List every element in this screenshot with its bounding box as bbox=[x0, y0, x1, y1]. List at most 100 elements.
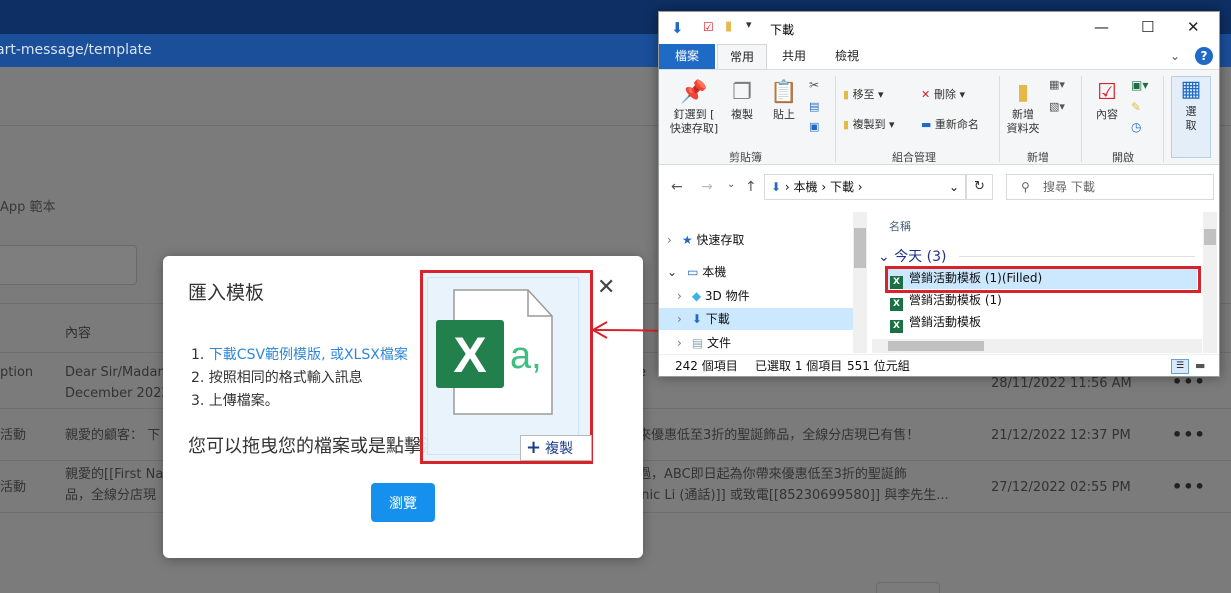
up-icon[interactable]: ↑ bbox=[745, 179, 757, 195]
scroll-thumb[interactable] bbox=[1204, 229, 1216, 245]
document-icon: ▤ bbox=[691, 336, 704, 350]
recent-locations-icon[interactable]: ⌄ bbox=[727, 179, 735, 190]
ribbon-tabs: 檔案 常用 共用 檢視 ⌄ ? bbox=[659, 44, 1219, 69]
download-xlsx-link[interactable]: 或XLSX檔案 bbox=[330, 347, 408, 363]
address-row: ← → ⌄ ↑ ⬇ › 本機 › 下載 › ⌄ ↻ ⚲ 搜尋 下載 bbox=[659, 165, 1219, 209]
file-drag-ghost: X a, + 複製 bbox=[427, 277, 592, 461]
details-view-icon[interactable]: ☰ bbox=[1171, 359, 1189, 374]
horizontal-scrollbar[interactable] bbox=[872, 339, 1202, 353]
move-to-button[interactable]: ▮ 移至 ▾ bbox=[843, 86, 884, 102]
scroll-thumb[interactable] bbox=[888, 341, 984, 351]
select-button[interactable]: ▦ 選 取 bbox=[1171, 76, 1211, 158]
cell-tail: minic Li (通話)]] 或致電[[85230699580]] 與李先生.… bbox=[625, 488, 949, 503]
properties-label: 內容 bbox=[1096, 108, 1118, 121]
clipboard-icon: 📋 bbox=[770, 80, 798, 105]
excel-glyph-a: a, bbox=[510, 335, 542, 377]
copy-to-button[interactable]: ▮ 複製到 ▾ bbox=[843, 116, 895, 132]
chevron-down-icon[interactable]: ⌄ bbox=[1170, 49, 1180, 63]
nav-item-this-pc[interactable]: ⌄ ▭ 本機 bbox=[659, 261, 855, 283]
open-icon[interactable]: ▣▾ bbox=[1131, 78, 1148, 92]
close-icon[interactable]: ✕ bbox=[1187, 18, 1200, 36]
pagination[interactable] bbox=[876, 582, 940, 593]
cell-content: 親愛的顧客： 下 bbox=[65, 428, 161, 443]
cell-tail: 錯過，ABC即日起為你帶來優惠低至3折的聖誕飾 bbox=[625, 467, 907, 482]
column-header-content: 內容 bbox=[65, 326, 92, 341]
search-input[interactable] bbox=[0, 245, 137, 285]
step-2: 2. 按照相同的格式輸入訊息 bbox=[191, 370, 363, 386]
nav-item-downloads[interactable]: › ⬇ 下載 bbox=[659, 308, 855, 330]
large-icons-view-icon[interactable]: ▬ bbox=[1195, 355, 1205, 377]
scroll-thumb[interactable] bbox=[854, 228, 866, 268]
help-icon[interactable]: ? bbox=[1195, 47, 1213, 65]
rename-button[interactable]: ▬ 重新命名 bbox=[921, 116, 979, 132]
browse-button[interactable]: 瀏覽 bbox=[371, 483, 435, 522]
group-header-today[interactable]: ⌄ 今天 (3) bbox=[878, 246, 946, 266]
more-horizontal-icon[interactable]: ••• bbox=[1172, 425, 1206, 444]
cell-content: 親愛的[[First Na bbox=[65, 467, 164, 482]
back-icon[interactable]: ← bbox=[671, 179, 683, 195]
cell-content: Dear Sir/Madam bbox=[65, 365, 171, 380]
excel-file-icon: X a, bbox=[436, 289, 553, 415]
ribbon: 📌 釘選到 [ 快速存取] ❐ 複製 📋 貼上 ✂ ▤ ▣ ▮ 移至 ▾ ▮ 複… bbox=[659, 69, 1219, 165]
copy-button[interactable]: ❐ 複製 bbox=[725, 80, 759, 122]
tab-share[interactable]: 共用 bbox=[770, 44, 818, 69]
cell-tail: 帶來優惠低至3折的聖誕飾品，全線分店現已有售！ bbox=[625, 428, 920, 443]
cut-icon[interactable]: ✂ bbox=[809, 78, 819, 92]
group-clipboard: 剪貼簿 bbox=[729, 151, 762, 164]
new-item-icon[interactable]: ▦▾ bbox=[1049, 78, 1065, 91]
breadcrumb-downloads[interactable]: 下載 bbox=[830, 180, 854, 194]
chevron-down-icon[interactable]: ▾ bbox=[746, 18, 752, 31]
excel-file-icon: X bbox=[890, 298, 903, 311]
group-organize: 組合管理 bbox=[892, 151, 936, 164]
address-breadcrumb[interactable]: ⬇ › 本機 › 下載 › ⌄ bbox=[764, 174, 966, 200]
nav-item-documents[interactable]: › ▤ 文件 bbox=[659, 332, 855, 354]
nav-scrollbar[interactable] bbox=[853, 212, 867, 353]
file-item[interactable]: X 營銷活動模板 (1) bbox=[885, 290, 1197, 311]
import-steps: 1. 下載CSV範例模版, 或XLSX檔案 2. 按照相同的格式輸入訊息 3. … bbox=[191, 344, 408, 413]
copy-tooltip: + 複製 bbox=[520, 435, 592, 461]
edit-icon[interactable]: ✎ bbox=[1131, 100, 1141, 114]
explorer-search-input[interactable]: ⚲ 搜尋 下載 bbox=[1006, 174, 1214, 200]
step-1: 1. 下載CSV範例模版, 或XLSX檔案 bbox=[191, 344, 408, 367]
properties-icon[interactable]: ☑ bbox=[703, 20, 714, 34]
cell-content: 品，全線分店現 bbox=[65, 488, 157, 503]
tab-file[interactable]: 檔案 bbox=[659, 44, 715, 69]
nav-item-quick-access[interactable]: › ★ 快速存取 bbox=[659, 229, 855, 251]
properties-button[interactable]: ☑ 內容 bbox=[1089, 80, 1125, 122]
nav-item-3d-objects[interactable]: › ◆ 3D 物件 bbox=[659, 285, 855, 307]
column-header-name[interactable]: 名稱 bbox=[889, 218, 911, 234]
forward-icon[interactable]: → bbox=[701, 179, 713, 195]
file-list-scrollbar[interactable] bbox=[1203, 212, 1217, 353]
file-name: 營銷活動模板 bbox=[909, 315, 982, 329]
paste-label: 貼上 bbox=[773, 108, 795, 121]
folder-icon[interactable]: ▮ bbox=[725, 19, 732, 34]
select-label: 取 bbox=[1185, 119, 1197, 132]
more-horizontal-icon[interactable]: ••• bbox=[1172, 477, 1206, 496]
ribbon-separator bbox=[999, 76, 1000, 162]
minimize-icon[interactable]: — bbox=[1094, 18, 1109, 36]
maximize-icon[interactable]: ☐ bbox=[1141, 18, 1154, 36]
paste-button[interactable]: 📋 貼上 bbox=[767, 80, 801, 122]
refresh-icon[interactable]: ↻ bbox=[966, 174, 993, 200]
group-label: 今天 (3) bbox=[894, 249, 947, 265]
file-item[interactable]: X 營銷活動模板 bbox=[885, 312, 1197, 333]
new-folder-button[interactable]: ▮ 新增 資料夾 bbox=[1005, 80, 1041, 136]
ribbon-separator bbox=[1163, 76, 1164, 162]
group-open: 開啟 bbox=[1112, 151, 1134, 164]
copy-path-icon[interactable]: ▤ bbox=[809, 100, 819, 113]
chevron-down-icon[interactable]: ⌄ bbox=[949, 175, 959, 199]
plus-icon: + bbox=[526, 437, 542, 458]
tab-home[interactable]: 常用 bbox=[717, 44, 768, 69]
easy-access-icon[interactable]: ▧▾ bbox=[1049, 100, 1065, 113]
pin-quick-access-button[interactable]: 📌 釘選到 [ 快速存取] bbox=[667, 80, 721, 136]
breadcrumb-this-pc[interactable]: 本機 bbox=[794, 180, 818, 194]
tab-view[interactable]: 檢視 bbox=[823, 44, 871, 69]
download-csv-link[interactable]: 下載CSV範例模版 bbox=[209, 347, 321, 363]
window-title: 下載 bbox=[770, 23, 795, 37]
rename-label: 重新命名 bbox=[934, 118, 979, 131]
select-label: 選 bbox=[1185, 105, 1197, 118]
delete-button[interactable]: ✕ 刪除 ▾ bbox=[921, 86, 965, 102]
excel-glyph: X bbox=[453, 327, 486, 383]
history-icon[interactable]: ◷ bbox=[1131, 120, 1141, 134]
paste-shortcut-icon[interactable]: ▣ bbox=[809, 120, 819, 133]
